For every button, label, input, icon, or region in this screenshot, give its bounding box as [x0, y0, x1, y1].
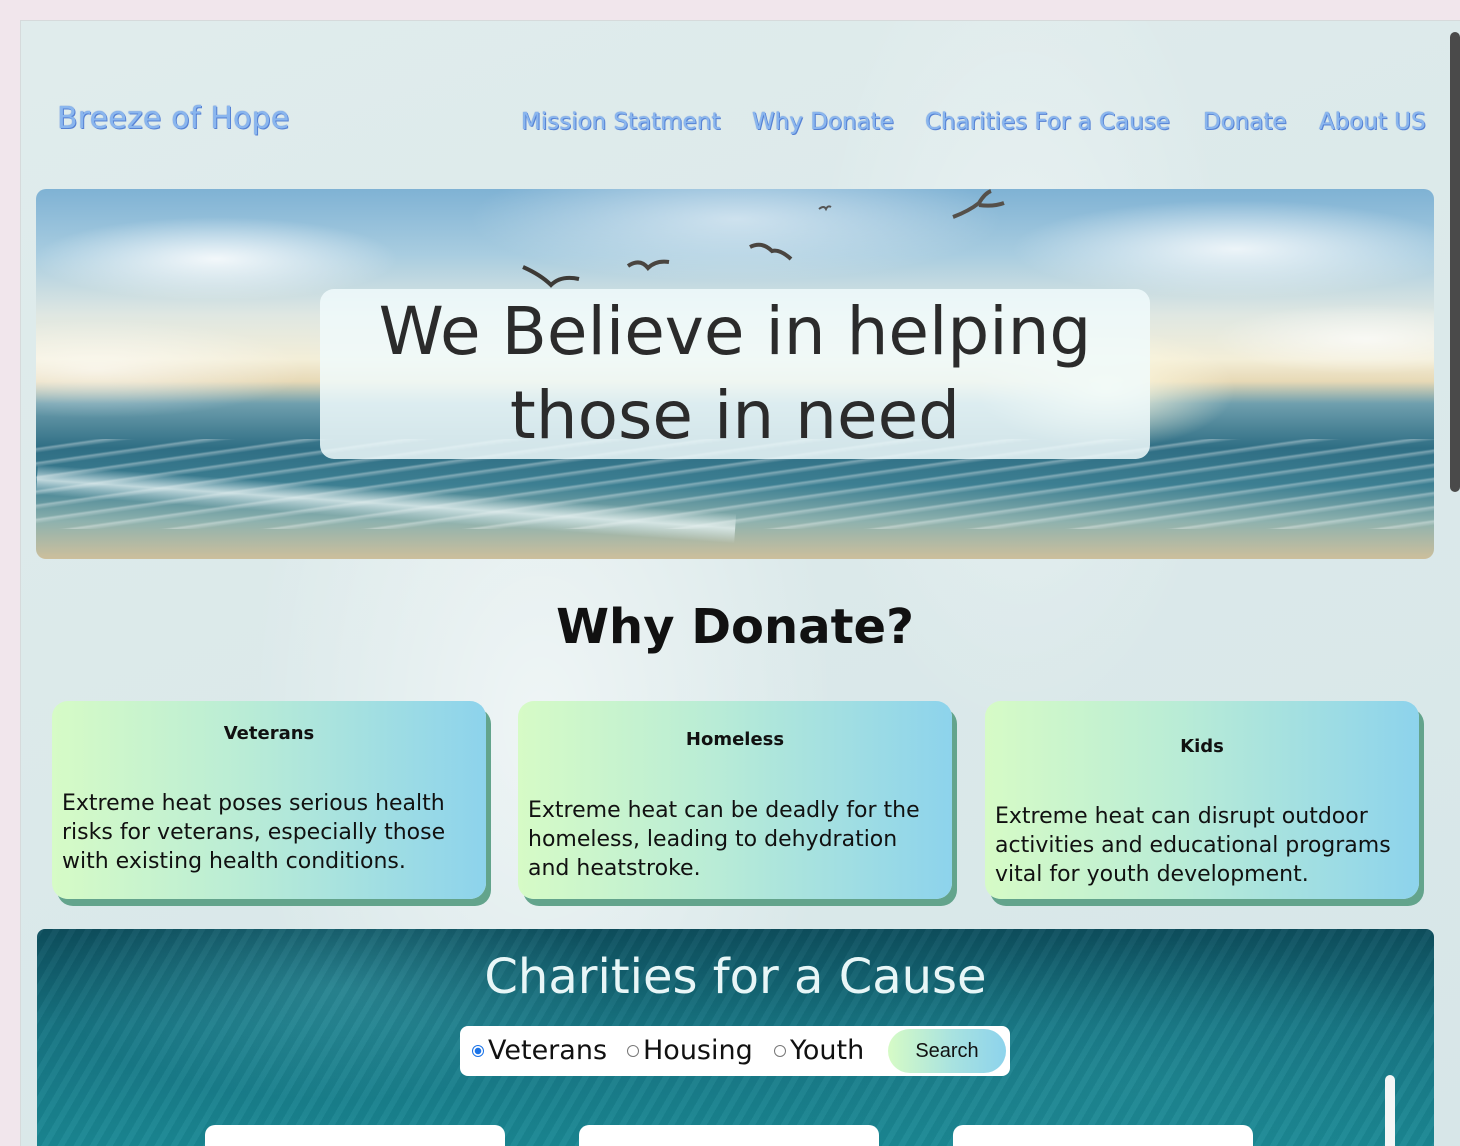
card-title: Kids	[1180, 736, 1224, 757]
search-button[interactable]: Search	[888, 1029, 1006, 1073]
radio-housing[interactable]: Housing	[627, 1035, 753, 1066]
charity-result-card[interactable]	[205, 1125, 505, 1146]
card-title: Veterans	[223, 723, 315, 744]
seagull-icon	[522, 265, 580, 288]
card-title: Homeless	[685, 729, 785, 750]
card-text: Extreme heat can disrupt outdoor activit…	[995, 804, 1391, 887]
seagull-icon	[626, 259, 670, 271]
charity-result-card[interactable]	[953, 1125, 1253, 1146]
hero-title-line-1: We Believe in helping	[378, 293, 1092, 370]
radio-label: Youth	[790, 1035, 865, 1066]
why-donate-heading: Why Donate?	[556, 599, 914, 655]
charities-heading: Charities for a Cause	[484, 949, 987, 1005]
radio-icon[interactable]	[774, 1044, 786, 1057]
seagull-icon	[818, 205, 832, 212]
nav-why-donate[interactable]: Why Donate	[752, 109, 894, 135]
nav-mission-statement[interactable]: Mission Statment	[521, 109, 720, 135]
main-nav: Mission Statment Why Donate Charities Fo…	[21, 109, 1460, 143]
card-text: Extreme heat can be deadly for the homel…	[528, 798, 920, 881]
charities-scrollbar[interactable]	[1385, 1075, 1395, 1146]
page-scrollbar-thumb[interactable]	[1450, 32, 1460, 492]
nav-charities[interactable]: Charities For a Cause	[925, 109, 1170, 135]
seagull-icon	[749, 242, 793, 261]
charity-result-card[interactable]	[579, 1125, 879, 1146]
card-text: Extreme heat poses serious health risks …	[62, 791, 446, 874]
radio-selected-icon[interactable]	[472, 1044, 484, 1057]
nav-about-us[interactable]: About US	[1319, 109, 1426, 135]
nav-donate[interactable]: Donate	[1203, 109, 1287, 135]
radio-veterans[interactable]: Veterans	[472, 1035, 607, 1066]
radio-label: Veterans	[488, 1035, 608, 1066]
hero-message-box: We Believe in helping those in need	[320, 289, 1150, 459]
card-kids: Kids Extreme heat can disrupt outdoor ac…	[985, 701, 1419, 899]
hero-title: We Believe in helping those in need	[379, 290, 1092, 458]
radio-youth[interactable]: Youth	[774, 1035, 864, 1066]
charities-section: Charities for a Cause Veterans Housing Y…	[37, 929, 1434, 1146]
seagull-icon	[952, 189, 1005, 219]
radio-label: Housing	[643, 1035, 753, 1066]
card-homeless: Homeless Extreme heat can be deadly for …	[518, 701, 952, 899]
hero-banner: We Believe in helping those in need	[36, 189, 1434, 559]
card-veterans: Veterans Extreme heat poses serious heal…	[52, 701, 486, 899]
charity-filter-bar: Veterans Housing Youth Search	[460, 1026, 1010, 1076]
page: Breeze of Hope Mission Statment Why Dona…	[20, 20, 1460, 1146]
radio-icon[interactable]	[627, 1044, 639, 1057]
hero-title-line-2: those in need	[509, 377, 961, 454]
